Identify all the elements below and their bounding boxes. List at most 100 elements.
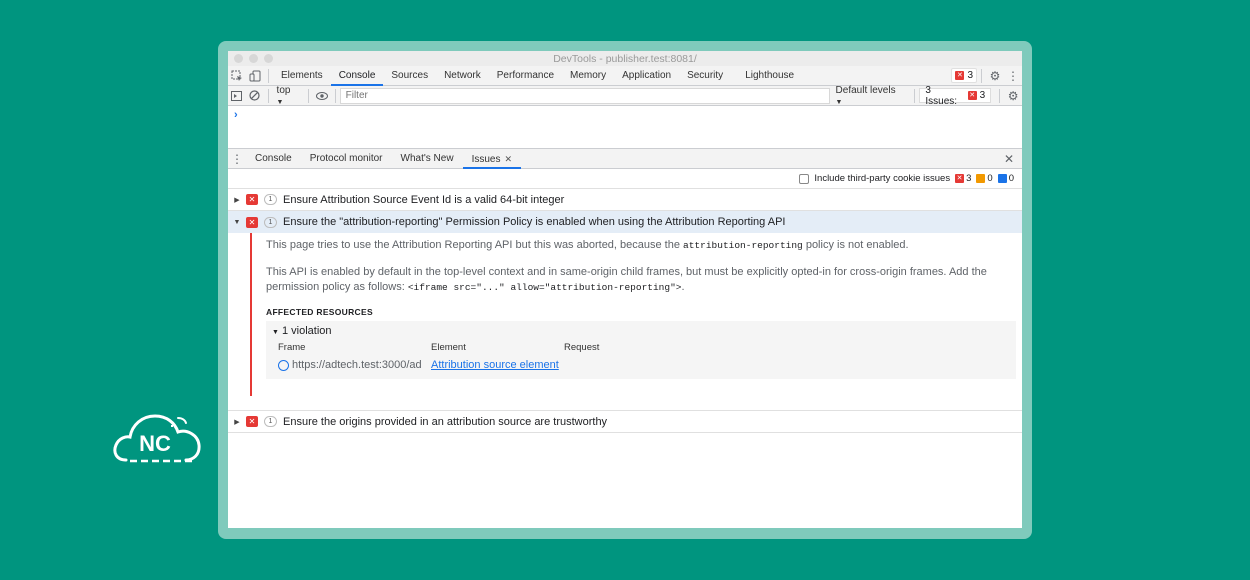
collapse-arrow-icon[interactable]: ▼ [228, 219, 246, 226]
third-party-cookie-checkbox[interactable] [799, 173, 810, 184]
resources-table: Frame Element Request https://adtech.tes… [272, 342, 1010, 371]
drawer-tabbar: ⋮ Console Protocol monitor What's New Is… [228, 149, 1022, 169]
request-cell [564, 359, 714, 371]
resolution-text: . [681, 281, 685, 293]
console-filter-bar: top ▼ Default levels ▼ 3 Issues: ✕ 3 ⚙ [228, 85, 1022, 107]
issue-title: Ensure Attribution Source Event Id is a … [283, 193, 565, 206]
issue-occurrence-count: 1 [264, 216, 277, 228]
close-window-button[interactable] [234, 54, 243, 63]
dropdown-arrow-icon: ▼ [276, 98, 284, 106]
device-toolbar-icon[interactable] [246, 67, 264, 85]
console-settings-gear-icon[interactable]: ⚙ [1004, 87, 1022, 105]
issues-button[interactable]: 3 Issues: ✕ 3 [919, 85, 992, 107]
tab-sources[interactable]: Sources [383, 66, 436, 86]
collapse-arrow-icon[interactable]: ▼ [272, 329, 279, 336]
issue-details: This page tries to use the Attribution R… [228, 233, 1022, 411]
toolbar-divider [334, 88, 336, 103]
error-count-value: 3 [966, 173, 972, 184]
issue-title: Ensure the "attribution-reporting" Permi… [283, 216, 786, 228]
column-header-request: Request [564, 342, 600, 353]
drawer-tab-whats-new[interactable]: What's New [392, 149, 463, 169]
violation-label: 1 violation [282, 325, 332, 337]
tab-memory[interactable]: Memory [562, 66, 614, 86]
filter-input[interactable] [339, 87, 830, 104]
issues-tab-label: Issues [471, 153, 501, 165]
toolbar-divider [267, 88, 269, 103]
more-options-icon[interactable]: ⋮ [1004, 67, 1022, 85]
tab-security[interactable]: Security [679, 66, 731, 86]
error-icon: ✕ [967, 91, 977, 100]
title-bar: DevTools - publisher.test:8081/ [228, 51, 1022, 66]
issue-row[interactable]: ▶ ✕ 1 Ensure Attribution Source Event Id… [228, 189, 1022, 211]
expand-arrow-icon[interactable]: ▶ [228, 196, 246, 204]
gear-icon[interactable]: ⚙ [986, 67, 1004, 85]
maximize-window-button[interactable] [264, 54, 273, 63]
traffic-lights[interactable] [234, 54, 273, 63]
clear-console-icon[interactable] [246, 87, 264, 105]
issue-title: Ensure the origins provided in an attrib… [283, 415, 608, 428]
violation-toggle[interactable]: ▼ 1 violation [272, 325, 1010, 337]
close-tab-icon[interactable]: ✕ [504, 154, 512, 164]
close-drawer-icon[interactable]: ✕ [1000, 150, 1018, 168]
expand-arrow-icon[interactable]: ▶ [228, 418, 246, 426]
iframe-code: <iframe src="..." allow="attribution-rep… [407, 282, 682, 293]
toolbar-divider [999, 88, 1001, 103]
warning-count-value: 0 [987, 173, 993, 184]
drawer-tab-console[interactable]: Console [246, 149, 301, 169]
window-title: DevTools - publisher.test:8081/ [553, 52, 697, 65]
tab-performance[interactable]: Performance [489, 66, 562, 86]
issues-label: 3 Issues: [925, 84, 958, 107]
info-count-value: 0 [1008, 173, 1014, 184]
log-levels-dropdown[interactable]: Default levels ▼ [830, 85, 911, 107]
tab-application[interactable]: Application [614, 66, 679, 86]
issue-occurrence-count: 1 [264, 194, 277, 205]
error-icon: ✕ [246, 216, 258, 228]
issue-row[interactable]: ▶ ✕ 1 Ensure the origins provided in an … [228, 411, 1022, 433]
tab-lighthouse[interactable]: Lighthouse [731, 66, 802, 86]
description-text: policy is not enabled. [802, 239, 909, 251]
element-link[interactable]: Attribution source element [431, 359, 564, 371]
info-issue-count: 0 [997, 173, 1014, 184]
minimize-window-button[interactable] [249, 54, 258, 63]
tab-elements[interactable]: Elements [273, 66, 331, 86]
drawer-menu-icon[interactable]: ⋮ [228, 150, 246, 168]
sidebar-toggle-icon[interactable] [228, 87, 246, 105]
console-prompt-icon: › [234, 109, 238, 121]
tab-network[interactable]: Network [436, 66, 489, 86]
info-icon [997, 174, 1007, 183]
tab-console[interactable]: Console [330, 66, 384, 86]
nc-cloud-logo: NC [112, 403, 204, 469]
error-count-badge[interactable]: ✕ 3 [951, 68, 977, 83]
frame-url: https://adtech.test:3000/ad [292, 359, 422, 371]
issues-toolbar: Include third-party cookie issues ✕ 3 0 0 [228, 169, 1022, 189]
devtools-window: DevTools - publisher.test:8081/ Elements… [228, 51, 1022, 528]
dropdown-arrow-icon: ▼ [835, 98, 843, 106]
warning-icon [976, 174, 986, 183]
toolbar-divider [914, 88, 916, 103]
error-severity-bar [250, 233, 252, 396]
issue-row-expanded[interactable]: ▼ ✕ 1 Ensure the "attribution-reporting"… [228, 211, 1022, 233]
issue-resolution: This API is enabled by default in the to… [266, 265, 1010, 295]
context-selector[interactable]: top ▼ [273, 85, 304, 107]
live-expression-eye-icon[interactable] [313, 87, 331, 105]
error-icon: ✕ [955, 71, 965, 80]
drawer-tab-issues[interactable]: Issues ✕ [462, 149, 522, 169]
warning-issue-count: 0 [976, 173, 993, 184]
issue-description: This page tries to use the Attribution R… [266, 238, 1010, 253]
toolbar-divider [268, 68, 269, 83]
affected-resources-panel: ▼ 1 violation Frame Element Request http… [266, 321, 1016, 379]
issues-count: 3 [979, 90, 986, 101]
error-count: 3 [967, 70, 973, 81]
frame-cell[interactable]: https://adtech.test:3000/ad [278, 359, 431, 371]
policy-code: attribution-reporting [683, 240, 803, 251]
levels-label: Default levels [835, 84, 896, 96]
drawer-tab-protocol-monitor[interactable]: Protocol monitor [301, 149, 392, 169]
third-party-cookie-label: Include third-party cookie issues [814, 173, 951, 184]
issue-occurrence-count: 1 [264, 416, 277, 427]
toolbar-divider [307, 88, 309, 103]
error-issue-count: ✕ 3 [955, 173, 971, 184]
console-output[interactable]: › [228, 106, 1022, 149]
inspect-element-icon[interactable] [228, 67, 246, 85]
toolbar-divider [981, 68, 982, 83]
error-icon: ✕ [246, 194, 258, 205]
